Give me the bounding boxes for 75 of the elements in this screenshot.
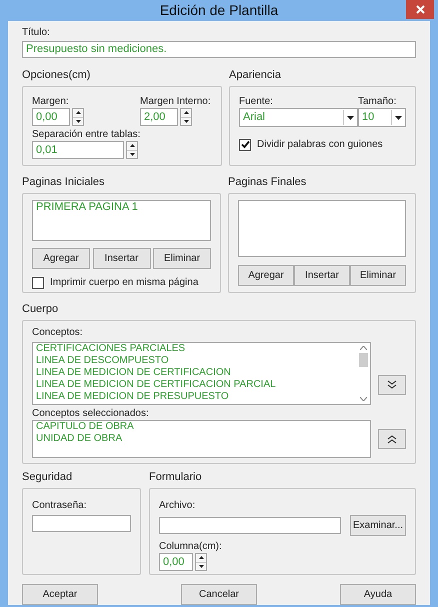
field-label: Título:: [22, 26, 51, 39]
down-arrow-icon: [198, 564, 204, 568]
checkbox[interactable]: [239, 138, 251, 150]
list-item[interactable]: LINEA DE MEDICION DE CERTIFICACION: [36, 367, 358, 379]
field-label: Conceptos:: [32, 326, 84, 339]
group-header: Opciones(cm): [22, 68, 92, 82]
spinner-control[interactable]: [195, 553, 207, 571]
group-header: Seguridad: [22, 470, 74, 484]
number-field[interactable]: 0,01: [32, 141, 124, 159]
group-header: Paginas Iniciales: [22, 175, 106, 189]
field-label: Tamaño:: [358, 95, 398, 108]
dialog-button[interactable]: Examinar...: [350, 515, 406, 536]
scrollbar[interactable]: [358, 343, 370, 404]
down-arrow-icon: [130, 152, 134, 156]
checkbox-label: Imprimir cuerpo en misma página: [50, 276, 198, 290]
dialog-button[interactable]: Ayuda: [340, 584, 416, 605]
dropdown-arrow-icon: [347, 116, 354, 120]
list-item[interactable]: LINEA DE MEDICION DE CERTIFICACION PARCIAL: [36, 379, 358, 391]
checkbox[interactable]: [32, 276, 44, 288]
number-field[interactable]: 0,00: [159, 553, 193, 571]
dialog-button[interactable]: Cancelar: [181, 584, 257, 605]
field-label: Conceptos seleccionados:: [32, 407, 150, 420]
field-label: Columna(cm):: [159, 540, 223, 553]
up-arrow-icon: [76, 111, 80, 114]
group-header: Apariencia: [229, 68, 282, 82]
dialog-button[interactable]: Agregar: [32, 248, 90, 269]
move-down-button[interactable]: [378, 374, 406, 394]
number-field[interactable]: 0,00: [32, 108, 70, 126]
dialog-button[interactable]: Agregar: [238, 265, 294, 286]
group-header: Cuerpo: [22, 302, 60, 316]
window-title: Edición de Plantilla: [160, 1, 278, 20]
down-arrow-icon: [76, 120, 80, 123]
list-item[interactable]: CAPITULO DE OBRA: [36, 421, 367, 433]
title-field[interactable]: Presupuesto sin mediciones.: [22, 41, 416, 58]
dialog-button[interactable]: Insertar: [92, 248, 150, 269]
field-label: Separación entre tablas:: [32, 128, 142, 141]
checkbox-label: Dividir palabras con guiones: [257, 138, 383, 152]
double-chevron-up-icon: [386, 434, 397, 444]
group-header: Formulario: [149, 470, 203, 484]
list-item[interactable]: CERTIFICACIONES PARCIALES: [36, 343, 358, 355]
move-up-button[interactable]: [378, 429, 406, 449]
spinner-control[interactable]: [180, 108, 192, 126]
field-label: Margen Interno:: [140, 95, 212, 108]
file-field[interactable]: [159, 517, 341, 534]
dropdown[interactable]: 10: [358, 108, 406, 127]
dialog-button[interactable]: Insertar: [294, 265, 350, 286]
list-item[interactable]: LINEA DE DESCOMPUESTO: [36, 355, 358, 367]
up-arrow-icon: [184, 111, 188, 114]
list-box[interactable]: CAPITULO DE OBRA UNIDAD DE OBRA: [32, 420, 371, 458]
group-header: Paginas Finales: [228, 175, 308, 189]
up-arrow-icon: [130, 144, 134, 148]
list-item[interactable]: PRIMERA PAGINA 1: [36, 201, 207, 214]
spinner-control[interactable]: [72, 108, 84, 126]
dialog-button[interactable]: Aceptar: [22, 584, 98, 605]
spinner-control[interactable]: [126, 141, 138, 159]
password-field[interactable]: [32, 515, 131, 532]
number-field[interactable]: 2,00: [140, 108, 178, 126]
list-item[interactable]: UNIDAD DE OBRA: [36, 433, 367, 445]
list-box[interactable]: PRIMERA PAGINA 1: [32, 200, 211, 241]
double-chevron-down-icon: [386, 380, 397, 389]
dialog-button[interactable]: Eliminar: [153, 248, 211, 269]
field-label: Margen:: [32, 95, 70, 108]
list-item[interactable]: LINEA DE MEDICION DE PRESUPUESTO: [36, 391, 358, 403]
down-arrow-icon: [184, 120, 188, 123]
close-button[interactable]: [406, 0, 434, 19]
close-icon: [416, 5, 424, 14]
field-label: Contraseña:: [32, 499, 88, 512]
dropdown-arrow-icon: [395, 116, 402, 120]
dialog-button[interactable]: Eliminar: [350, 265, 406, 286]
scrollbar-thumb[interactable]: [359, 353, 368, 367]
field-label: Fuente:: [239, 95, 274, 108]
up-arrow-icon: [198, 556, 204, 560]
dropdown[interactable]: Arial: [239, 108, 358, 127]
field-label: Archivo:: [159, 499, 196, 512]
list-box[interactable]: CERTIFICACIONES PARCIALES LINEA DE DESCOMPUESTO LINEA DE MEDICION DE CERTIFICACION LINEA DE MEDICION DE CERTIFICACION PARCIAL LINEA DE MEDICION DE PRESUPUESTO: [32, 342, 371, 405]
